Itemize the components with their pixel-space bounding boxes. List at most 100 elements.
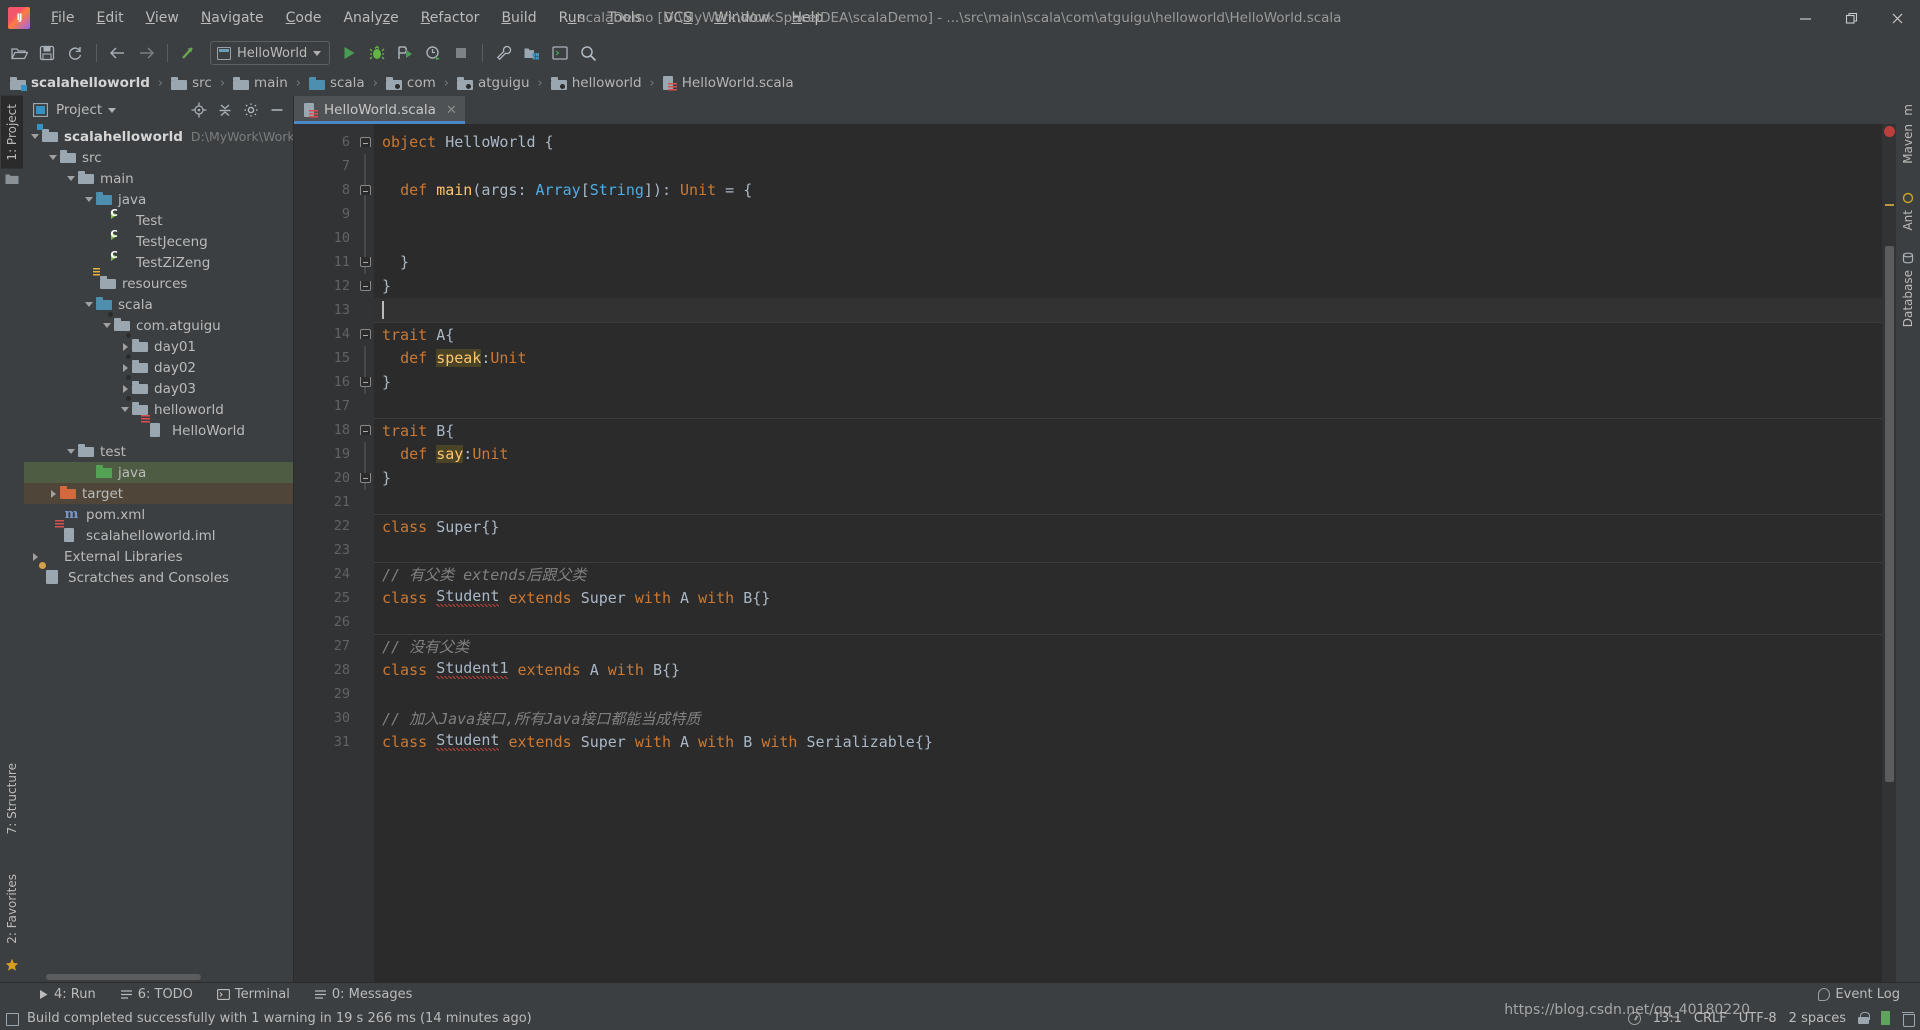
sidebar-tab-project[interactable]: 1: Project bbox=[1, 96, 23, 169]
tree-item-java-main[interactable]: java bbox=[24, 189, 293, 210]
tree-item-main[interactable]: main bbox=[24, 168, 293, 189]
tree-item-scala-src[interactable]: scala bbox=[24, 294, 293, 315]
menu-view[interactable]: View bbox=[135, 6, 190, 30]
breadcrumb-item-scala[interactable]: scala bbox=[307, 75, 367, 91]
breadcrumb-item-scalahelloworld[interactable]: scalahelloworld bbox=[8, 75, 152, 91]
tree-item-iml[interactable]: scalahelloworld.iml bbox=[24, 520, 293, 546]
code-line[interactable] bbox=[374, 682, 1882, 706]
error-count-badge[interactable] bbox=[1884, 126, 1895, 137]
chevron-down-icon[interactable] bbox=[28, 134, 42, 139]
minimize-button[interactable] bbox=[1782, 0, 1828, 36]
close-icon[interactable]: ✕ bbox=[446, 103, 457, 118]
tree-item-scratches[interactable]: Scratches and Consoles bbox=[24, 567, 293, 588]
breadcrumb-item-com[interactable]: com bbox=[384, 75, 438, 91]
terminal-icon[interactable] bbox=[547, 40, 573, 66]
code-line[interactable] bbox=[374, 490, 1882, 514]
code-line[interactable]: class Super{} bbox=[374, 514, 1882, 538]
tree-item-test-folder[interactable]: test bbox=[24, 441, 293, 462]
menu-build[interactable]: Build bbox=[490, 6, 547, 30]
code-line[interactable]: object HelloWorld { bbox=[374, 130, 1882, 154]
stop-icon[interactable] bbox=[448, 40, 474, 66]
tree-item-helloworld-pkg[interactable]: helloworld bbox=[24, 396, 293, 420]
chevron-right-icon[interactable] bbox=[118, 343, 132, 351]
lock-icon[interactable] bbox=[1858, 1012, 1870, 1024]
toolwindow-messages[interactable]: 0: Messages bbox=[302, 987, 425, 1002]
code-line-comment[interactable]: // 有父类 extends后跟父类 bbox=[374, 562, 1882, 586]
tree-item-day03[interactable]: day03 bbox=[24, 375, 293, 399]
forward-arrow-icon[interactable] bbox=[133, 40, 159, 66]
fold-marker[interactable] bbox=[356, 274, 374, 298]
chevron-right-icon[interactable] bbox=[118, 364, 132, 372]
tree-item-java-test[interactable]: java bbox=[24, 462, 293, 483]
tree-item-testjeceng[interactable]: TestJeceng bbox=[24, 231, 293, 252]
chevron-down-icon[interactable] bbox=[100, 323, 114, 328]
sidebar-tab-ant[interactable]: Ant bbox=[1899, 208, 1917, 233]
sidebar-tab-database[interactable]: Database bbox=[1899, 268, 1917, 329]
editor-vertical-scrollbar[interactable] bbox=[1885, 246, 1894, 782]
chevron-down-icon[interactable] bbox=[46, 155, 60, 160]
warning-marker[interactable] bbox=[1885, 204, 1894, 206]
open-folder-icon[interactable] bbox=[6, 40, 32, 66]
search-everywhere-icon[interactable] bbox=[575, 40, 601, 66]
event-log-button[interactable]: Event Log bbox=[1806, 987, 1920, 1002]
editor-marker-bar[interactable] bbox=[1882, 124, 1896, 982]
chevron-down-icon[interactable] bbox=[118, 407, 132, 412]
tree-item-test-class[interactable]: Test bbox=[24, 210, 293, 231]
sidebar-tab-maven[interactable]: m bbox=[1899, 102, 1917, 118]
sidebar-tab-maven-label[interactable]: Maven bbox=[1899, 122, 1917, 166]
tree-item-target[interactable]: target bbox=[24, 483, 293, 504]
fold-marker[interactable] bbox=[356, 250, 374, 274]
fold-marker[interactable] bbox=[356, 322, 374, 346]
status-message[interactable]: Build completed successfully with 1 warn… bbox=[27, 1011, 532, 1026]
project-structure-icon[interactable] bbox=[519, 40, 545, 66]
code-line[interactable] bbox=[374, 154, 1882, 178]
code-line[interactable] bbox=[374, 394, 1882, 418]
editor-tab-helloworld-scala[interactable]: HelloWorld.scala ✕ bbox=[294, 96, 465, 124]
breadcrumb-item-atguigu[interactable]: atguigu bbox=[455, 75, 532, 91]
tree-item-external-libraries[interactable]: External Libraries bbox=[24, 546, 293, 567]
breadcrumb-item-helloworld[interactable]: helloworld bbox=[549, 75, 644, 91]
code-line-comment[interactable]: // 加入Java接口,所有Java接口都能当成特质 bbox=[374, 706, 1882, 730]
code-line[interactable]: class Student extends Super with A with … bbox=[374, 730, 1882, 754]
tree-item-testzizeng[interactable]: TestZiZeng bbox=[24, 252, 293, 273]
tree-item-pom-xml[interactable]: m pom.xml bbox=[24, 504, 293, 525]
fold-marker[interactable] bbox=[356, 418, 374, 442]
sidebar-tab-structure[interactable]: 7: Structure bbox=[1, 755, 23, 842]
code-line-current[interactable] bbox=[374, 298, 1882, 322]
code-line[interactable]: trait A{ bbox=[374, 322, 1882, 346]
menu-file[interactable]: File bbox=[40, 6, 85, 30]
fold-marker[interactable] bbox=[356, 130, 374, 154]
sync-icon[interactable] bbox=[62, 40, 88, 66]
tree-item-src[interactable]: src bbox=[24, 147, 293, 168]
collapse-all-icon[interactable] bbox=[215, 100, 235, 120]
code-line-comment[interactable]: // 没有父类 bbox=[374, 634, 1882, 658]
breadcrumb-item-file[interactable]: HelloWorld.scala bbox=[661, 75, 796, 91]
debug-icon[interactable] bbox=[364, 40, 390, 66]
save-all-icon[interactable] bbox=[34, 40, 60, 66]
run-configuration-selector[interactable]: HelloWorld bbox=[210, 41, 331, 65]
locate-icon[interactable] bbox=[189, 100, 209, 120]
close-button[interactable] bbox=[1874, 0, 1920, 36]
code-line[interactable]: def say: Unit bbox=[374, 442, 1882, 466]
toolwindow-todo[interactable]: 6: TODO bbox=[108, 987, 205, 1002]
tree-item-day01[interactable]: day01 bbox=[24, 333, 293, 357]
code-line[interactable]: } bbox=[374, 370, 1882, 394]
chevron-right-icon[interactable] bbox=[118, 385, 132, 393]
profile-icon[interactable] bbox=[420, 40, 446, 66]
fold-marker[interactable] bbox=[356, 466, 374, 490]
code-line[interactable]: class Student extends Super with A with … bbox=[374, 586, 1882, 610]
chevron-right-icon[interactable] bbox=[28, 553, 42, 561]
tree-item-helloworld-file[interactable]: HelloWorld bbox=[24, 415, 293, 441]
sidebar-tab-favorites[interactable]: 2: Favorites bbox=[1, 866, 23, 952]
menu-code[interactable]: Code bbox=[275, 6, 333, 30]
project-panel-hscrollbar[interactable] bbox=[24, 971, 293, 982]
settings-wrench-icon[interactable] bbox=[491, 40, 517, 66]
tree-item-scalahelloworld[interactable]: scalahelloworld D:\MyWork\WorkSpac bbox=[24, 124, 293, 147]
tree-item-com-atguigu[interactable]: com.atguigu bbox=[24, 312, 293, 336]
code-line[interactable]: trait B{ bbox=[374, 418, 1882, 442]
update-project-icon[interactable] bbox=[176, 40, 202, 66]
breadcrumb-item-main[interactable]: main bbox=[231, 75, 290, 91]
indent-indicator[interactable]: 2 spaces bbox=[1789, 1011, 1846, 1026]
trash-icon[interactable] bbox=[1902, 1011, 1915, 1027]
toolwindow-terminal[interactable]: Terminal bbox=[205, 987, 302, 1002]
